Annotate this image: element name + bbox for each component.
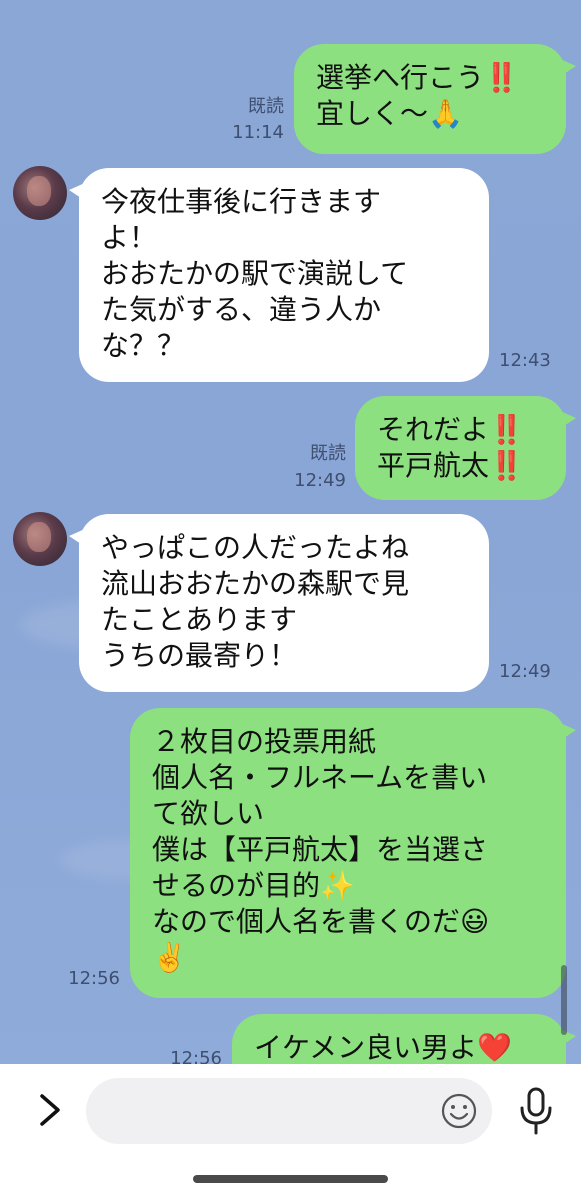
outgoing-message[interactable]: それだよ‼️ 平戸航太‼️ [355,396,576,500]
chevron-right-icon[interactable] [34,1090,66,1130]
message-input-field[interactable] [86,1078,492,1146]
message-time: 12:49 [499,661,551,682]
outgoing-message[interactable]: 選挙へ行こう‼️ 宜しく〜🙏 [294,44,576,154]
home-indicator[interactable] [193,1175,388,1183]
scrollbar[interactable] [561,965,567,1035]
input-bar [0,1064,581,1200]
message-time: 12:56 [170,1048,222,1064]
message-time: 12:49 [294,470,346,491]
incoming-message[interactable]: 今夜仕事後に行きます よ！ おおたかの駅で演説して た気がする、違う人か な？？ [69,168,489,382]
message-time: 12:43 [499,350,551,371]
contact-avatar[interactable] [13,512,67,566]
message-time: 11:14 [232,122,284,143]
message-time: 12:56 [68,968,120,989]
smiley-icon[interactable] [440,1092,478,1130]
contact-avatar[interactable] [13,166,67,220]
read-receipt: 既読 [310,443,346,464]
chat-area[interactable]: 既読 11:14 選挙へ行こう‼️ 宜しく〜🙏 今夜仕事後に行きます よ！ おお… [0,0,581,1064]
outgoing-message[interactable]: イケメン良い男よ❤️ [232,1014,576,1064]
outgoing-message[interactable]: ２枚目の投票用紙 個人名・フルネームを書い て欲しい 僕は【平戸航太】を当選さ … [130,708,576,998]
incoming-message[interactable]: やっぱこの人だったよね 流山おおたかの森駅で見 たことあります うちの最寄り！ [69,514,489,692]
microphone-icon[interactable] [516,1086,556,1136]
message-input[interactable] [106,1078,440,1146]
read-receipt: 既読 [248,96,284,117]
